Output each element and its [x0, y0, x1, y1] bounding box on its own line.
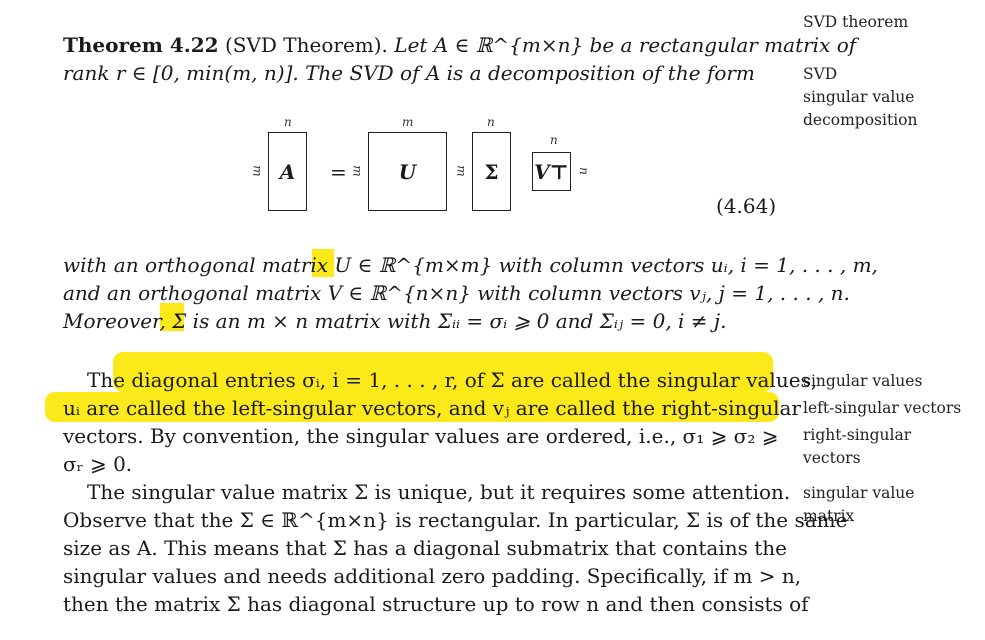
equation-number: (4.64) — [716, 194, 777, 218]
margin-note-svd: SVD singular value decomposition — [803, 65, 918, 129]
page: SVD theorem SVD singular value decomposi… — [0, 0, 985, 640]
matrix-sigma: Σ — [472, 132, 511, 211]
dim-label-v-width: n — [550, 133, 558, 147]
paragraph-singular-value-matrix: The singular value matrix Σ is unique, b… — [63, 478, 848, 618]
theorem-label: Theorem 4.22 — [63, 33, 219, 57]
para2-line-4: σᵣ ⩾ 0. — [63, 452, 133, 476]
margin-note-singular-values: singular values — [803, 372, 923, 390]
dim-label-u-height: m — [350, 165, 365, 177]
dim-label-a-width: n — [284, 115, 292, 129]
theorem-block: Theorem 4.22 (SVD Theorem). Let A ∈ ℝ^{m… — [63, 31, 856, 87]
margin-note-svd-theorem: SVD theorem — [803, 13, 909, 31]
matrix-u: U — [368, 132, 447, 211]
equals-sign: = — [330, 160, 347, 184]
dim-label-sigma-width: n — [487, 115, 495, 129]
para3-line-2: Observe that the Σ ∈ ℝ^{m×n} is rectangu… — [63, 508, 848, 532]
paragraph-singular-values: The diagonal entries σᵢ, i = 1, . . . , … — [45, 352, 818, 478]
dim-label-u-width: m — [402, 115, 414, 129]
para2-line-1: The diagonal entries σᵢ, i = 1, . . . , … — [87, 368, 818, 392]
para1-line-3: Moreover, Σ is an m × n matrix with Σᵢᵢ … — [63, 309, 727, 333]
dim-label-a-height: m — [250, 165, 265, 177]
para1-line-2: and an orthogonal matrix V ∈ ℝ^{n×n} wit… — [63, 281, 850, 305]
dim-label-sigma-height: m — [454, 165, 469, 177]
theorem-text-1: Let A ∈ ℝ^{m×n} be a rectangular matrix … — [394, 33, 857, 57]
para3-line-1: The singular value matrix Σ is unique, b… — [87, 480, 791, 504]
theorem-line-1: Theorem 4.22 (SVD Theorem). Let A ∈ ℝ^{m… — [63, 31, 856, 59]
para2-line-2: uᵢ are called the left-singular vectors,… — [63, 396, 801, 420]
paragraph-definitions: with an orthogonal matrix U ∈ ℝ^{m×m} wi… — [63, 249, 878, 335]
para3-line-4: singular values and needs additional zer… — [63, 564, 802, 588]
para1-line-1: with an orthogonal matrix U ∈ ℝ^{m×m} wi… — [63, 253, 878, 277]
matrix-a: A — [268, 132, 307, 211]
para3-line-5: then the matrix Σ has diagonal structure… — [63, 592, 809, 616]
dim-label-v-height: n — [576, 167, 591, 175]
para3-line-3: size as A. This means that Σ has a diago… — [63, 536, 787, 560]
matrix-v-transpose: V⊤ — [532, 152, 571, 191]
theorem-line-2: rank r ∈ [0, min(m, n)]. The SVD of A is… — [63, 61, 755, 85]
theorem-name: (SVD Theorem). — [224, 33, 388, 57]
para2-line-3: vectors. By convention, the singular val… — [63, 424, 779, 448]
margin-note-left-singular: left-singular vectors — [803, 399, 962, 417]
margin-note-right-singular: right-singular vectors — [803, 426, 912, 467]
